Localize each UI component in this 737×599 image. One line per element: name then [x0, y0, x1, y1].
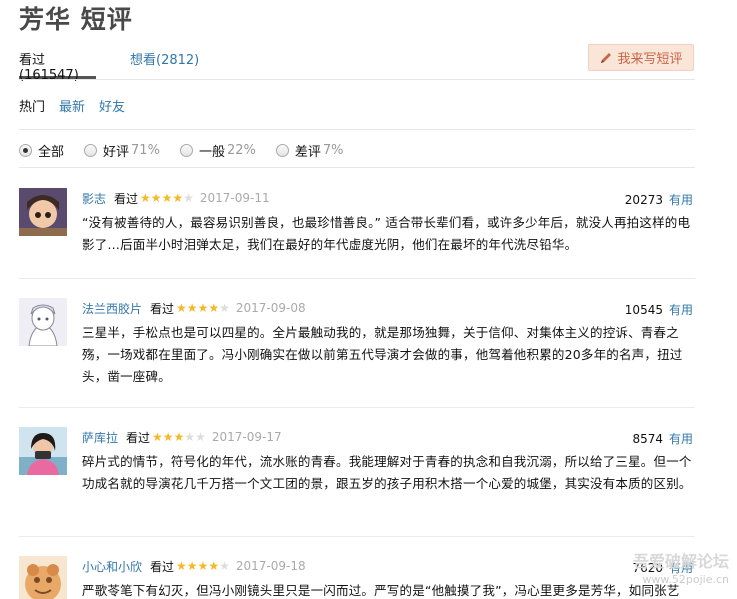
- comment-divider: [19, 536, 695, 537]
- vote-count: 8574: [632, 432, 663, 446]
- pen-icon: [599, 51, 613, 65]
- page-title: 芳华 短评: [19, 5, 133, 34]
- avatar[interactable]: [19, 188, 67, 236]
- star-icon: ★: [186, 559, 198, 573]
- star-icon: ★: [140, 191, 151, 205]
- useful-button[interactable]: 有用: [669, 303, 693, 317]
- star-icon: ★: [176, 301, 187, 315]
- radio-neutral[interactable]: [179, 144, 193, 157]
- radio-all[interactable]: [19, 144, 32, 157]
- tab-watched[interactable]: 看过(161547): [19, 47, 96, 83]
- filter-negative-label: 差评: [294, 145, 321, 160]
- filter-neutral-pct: 22%: [226, 143, 256, 158]
- comment-text: 严歌苓笔下有幻灭，但冯小刚镜头里只是一闪而过。严写的是“他触摸了我”，冯心里更多…: [82, 583, 680, 598]
- star-icon: ★: [197, 559, 209, 573]
- radio-positive[interactable]: [84, 144, 98, 157]
- star-icon: ★: [173, 430, 185, 444]
- tab-want-to-watch[interactable]: 想看(2812): [130, 47, 199, 79]
- comment-status: 看过: [114, 191, 139, 206]
- comment-divider: [19, 278, 695, 279]
- star-icon: ★: [208, 559, 220, 573]
- star-icon: ★: [172, 191, 184, 205]
- filter-all-label: 全部: [38, 145, 65, 160]
- star-icon: ★: [162, 430, 174, 444]
- sort-latest[interactable]: 最新: [59, 96, 85, 115]
- vote-count: 20273: [624, 193, 663, 207]
- tabs-divider: [19, 79, 695, 80]
- star-icon: ★: [183, 191, 194, 205]
- star-icon: ★: [150, 191, 162, 205]
- rating-stars: ★ ★ ★ ★ ★: [176, 560, 230, 572]
- watermark-title: 吾爱破解论坛: [632, 552, 729, 571]
- star-icon: ★: [208, 301, 220, 315]
- comment-user[interactable]: 小心和小欣: [82, 558, 142, 575]
- comment-user[interactable]: 影志: [82, 190, 106, 207]
- comment-text: “没有被善待的人，最容易识别善良，也最珍惜善良。” 适合带长辈们看，或许多少年后…: [82, 215, 691, 252]
- star-icon: ★: [186, 301, 198, 315]
- write-comment-button[interactable]: 我来写短评: [588, 44, 694, 71]
- useful-button[interactable]: 有用: [669, 193, 693, 207]
- vote-count: 10545: [624, 303, 663, 317]
- vote-count-group: 8574 有用: [632, 430, 693, 447]
- useful-button[interactable]: 有用: [669, 432, 693, 446]
- sort-friends[interactable]: 好友: [99, 96, 125, 115]
- comment-user[interactable]: 萨库拉: [82, 429, 118, 446]
- comment-date: 2017-09-11: [199, 191, 270, 205]
- vote-count-group: 10545 有用: [625, 301, 693, 318]
- vote-count-group: 20273 有用: [625, 191, 693, 208]
- rating-stars: ★ ★ ★ ★ ★: [140, 192, 194, 204]
- avatar[interactable]: [19, 556, 67, 599]
- avatar[interactable]: [19, 427, 67, 475]
- sort-divider: [19, 129, 695, 130]
- filter-neutral[interactable]: 一般 22%: [179, 141, 256, 160]
- comment-user[interactable]: 法兰西胶片: [82, 300, 142, 317]
- filter-negative-pct: 7%: [322, 143, 344, 158]
- sort-options: 热门 最新 好友: [19, 96, 125, 115]
- filter-positive[interactable]: 好评 71%: [84, 141, 160, 160]
- star-icon: ★: [195, 430, 206, 444]
- rating-filters: 全部 好评 71% 一般 22% 差评 7%: [19, 141, 364, 160]
- tab-bar: 看过(161547) 想看(2812): [19, 47, 233, 83]
- write-comment-label: 我来写短评: [617, 52, 683, 67]
- comment-date: 2017-09-18: [235, 559, 306, 573]
- filter-neutral-label: 一般: [198, 145, 225, 160]
- avatar[interactable]: [19, 298, 67, 346]
- star-icon: ★: [197, 301, 209, 315]
- comment-text: 三星半，手松点也是可以四星的。全片最触动我的，就是那场独舞，关于信仰、对集体主义…: [82, 325, 683, 384]
- comment-text: 碎片式的情节，符号化的年代，流水账的青春。我能理解对于青春的执念和自我沉溺，所以…: [82, 454, 692, 491]
- star-icon: ★: [161, 191, 173, 205]
- comment-date: 2017-09-08: [235, 301, 306, 315]
- star-icon: ★: [152, 430, 163, 444]
- filters-divider: [19, 167, 695, 168]
- filter-positive-pct: 71%: [131, 143, 160, 158]
- filter-positive-label: 好评: [103, 145, 130, 160]
- comment-status: 看过: [150, 301, 175, 316]
- star-icon: ★: [176, 559, 187, 573]
- star-icon: ★: [219, 301, 230, 315]
- comment-divider: [19, 407, 695, 408]
- filter-all[interactable]: 全部: [19, 141, 64, 160]
- comment-status: 看过: [150, 559, 175, 574]
- watermark: 吾爱破解论坛 www.52pojie.cn: [633, 553, 729, 589]
- star-icon: ★: [219, 559, 230, 573]
- comment-date: 2017-09-17: [211, 430, 282, 444]
- star-icon: ★: [184, 430, 196, 444]
- filter-negative[interactable]: 差评 7%: [275, 141, 344, 160]
- rating-stars: ★ ★ ★ ★ ★: [152, 431, 206, 443]
- sort-hot[interactable]: 热门: [19, 96, 45, 115]
- watermark-url: www.52pojie.cn: [642, 573, 729, 586]
- rating-stars: ★ ★ ★ ★ ★: [176, 302, 230, 314]
- radio-negative[interactable]: [275, 144, 289, 157]
- comment-status: 看过: [126, 430, 151, 445]
